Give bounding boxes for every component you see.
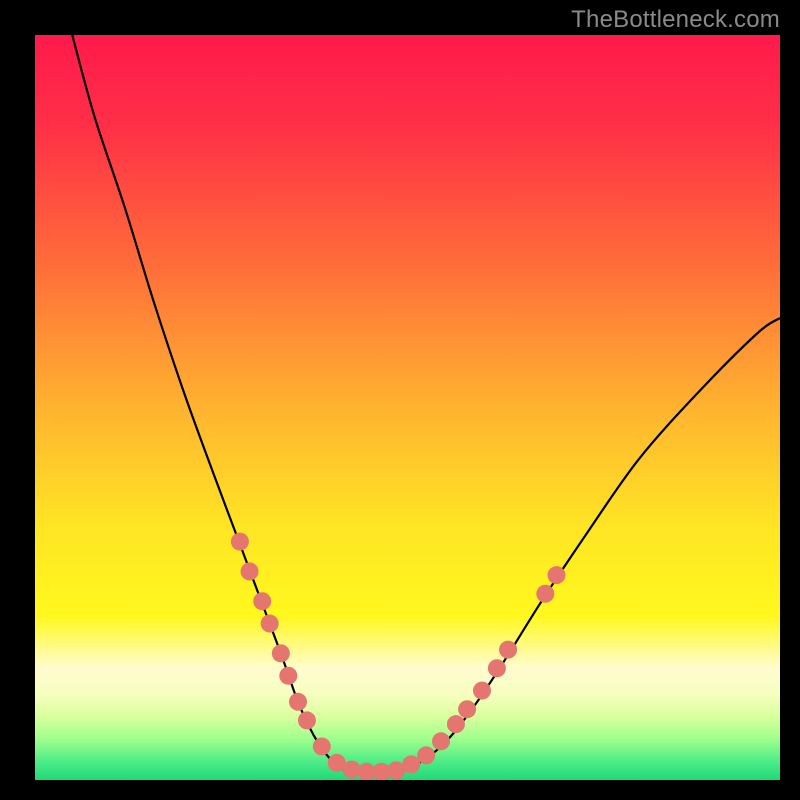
- marker-dot: [548, 566, 566, 584]
- watermark-text: TheBottleneck.com: [571, 6, 780, 34]
- marker-dot: [272, 644, 290, 662]
- gradient-background: [35, 35, 780, 780]
- marker-dot: [499, 641, 517, 659]
- chart-svg: [35, 35, 780, 780]
- plot-area: [35, 35, 780, 780]
- marker-dot: [241, 562, 259, 580]
- marker-dot: [261, 615, 279, 633]
- chart-frame: TheBottleneck.com: [0, 0, 800, 800]
- marker-dot: [488, 659, 506, 677]
- marker-dot: [447, 715, 465, 733]
- marker-dot: [473, 682, 491, 700]
- marker-dot: [458, 700, 476, 718]
- marker-dot: [231, 533, 249, 551]
- marker-dot: [253, 592, 271, 610]
- marker-dot: [417, 746, 435, 764]
- marker-dot: [279, 667, 297, 685]
- marker-dot: [432, 732, 450, 750]
- marker-dot: [313, 737, 331, 755]
- marker-dot: [289, 693, 307, 711]
- marker-dot: [536, 585, 554, 603]
- marker-dot: [298, 711, 316, 729]
